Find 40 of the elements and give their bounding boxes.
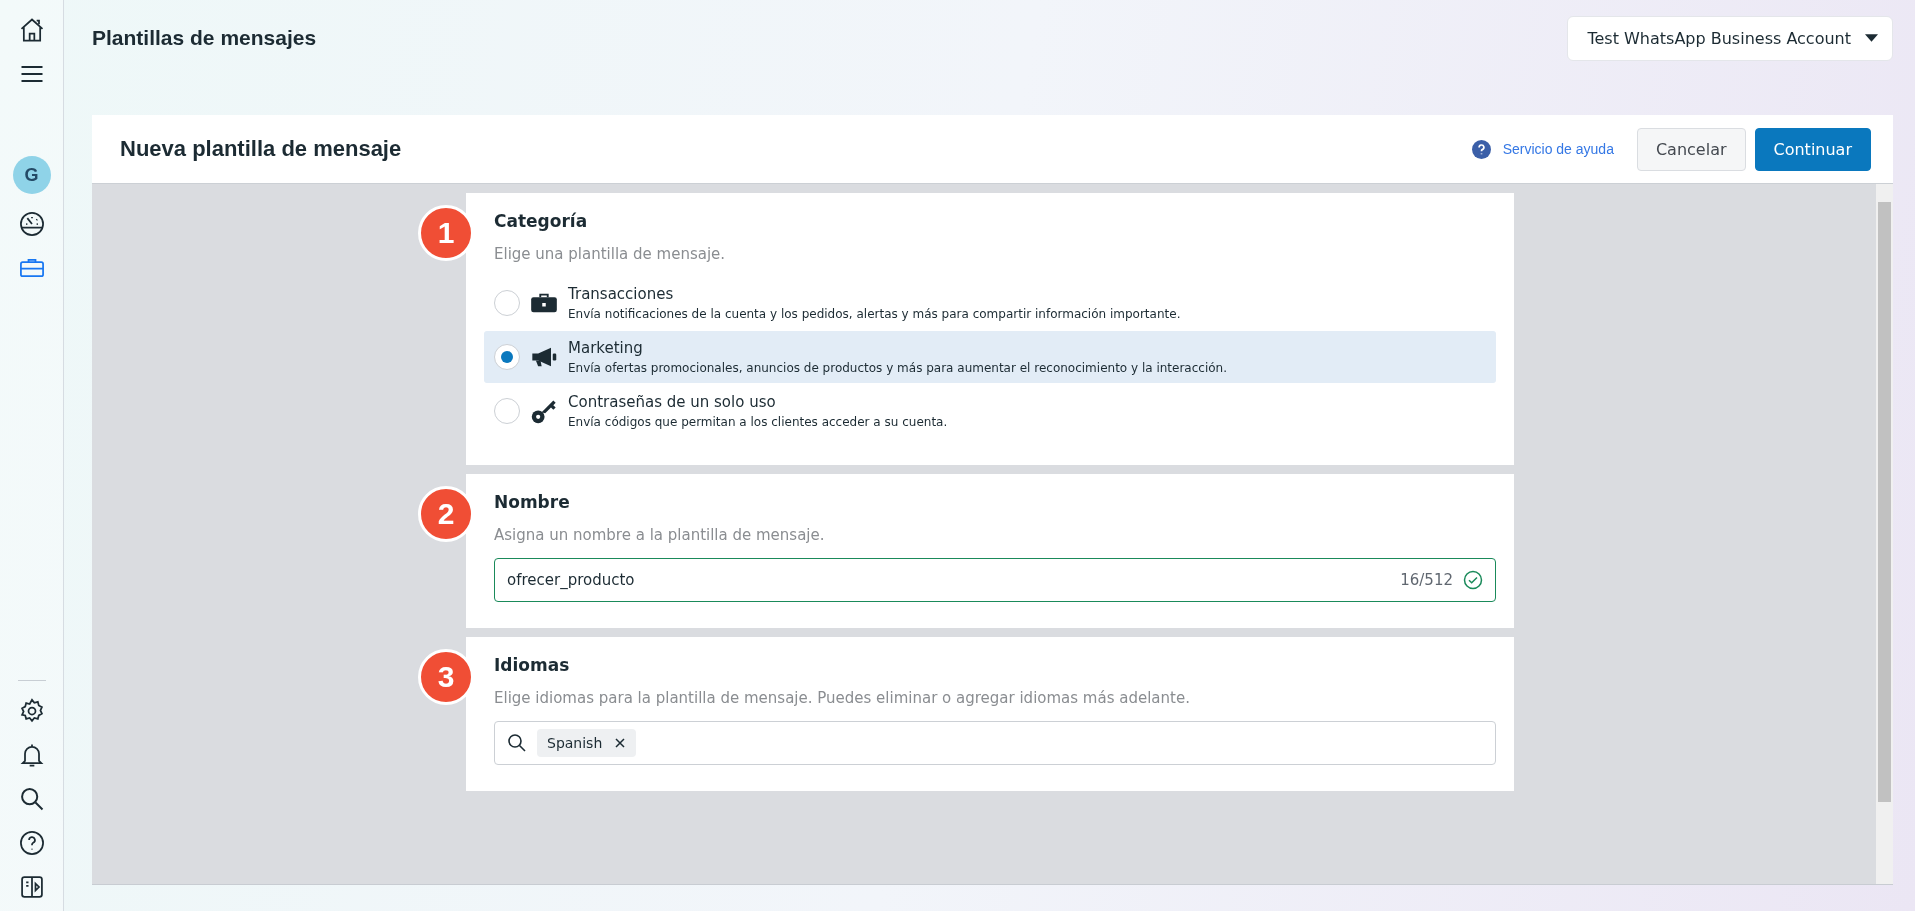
help-icon[interactable]	[17, 829, 46, 857]
avatar[interactable]: G	[12, 156, 51, 194]
help-icon	[1471, 139, 1491, 159]
check-circle-icon	[1463, 570, 1483, 590]
radio-button[interactable]	[494, 398, 520, 424]
option-description: Envía notificaciones de la cuenta y los pedidos, alertas y más para compartir información importante.	[568, 307, 1181, 321]
caret-icon	[1865, 34, 1878, 43]
option-label: Contraseñas de un solo uso	[568, 393, 777, 411]
section-subtitle: Elige idiomas para la plantilla de mensaje. Puedes eliminar o agregar idiomas más adelante.	[494, 689, 1191, 707]
step-number: 3	[418, 649, 474, 705]
option-description: Envía ofertas promocionales, anuncios de productos y más para aumentar el reconocimiento y la interacción.	[568, 361, 1227, 375]
help-link[interactable]: Servicio de ayuda	[1502, 141, 1614, 157]
category-option[interactable]: Transacciones Envía notificaciones de la cuenta y los pedidos, alertas y más para compartir información importante.	[484, 277, 1496, 329]
option-description: Envía códigos que permitan a los clientes acceder a su cuenta.	[568, 415, 948, 429]
option-label: Marketing	[568, 339, 644, 357]
category-option[interactable]: Contraseñas de un solo uso Envía códigos que permitan a los clientes acceder a su cuenta.	[484, 385, 1496, 437]
section-subtitle: Asigna un nombre a la plantilla de mensaje.	[494, 526, 826, 544]
scrollbar[interactable]	[1876, 184, 1893, 884]
account-dropdown[interactable]: Test WhatsApp Business Account	[1567, 16, 1893, 61]
search-icon	[507, 733, 527, 753]
language-search-field[interactable]: Spanish	[494, 721, 1496, 765]
character-counter: 16/512	[1400, 571, 1453, 589]
name-input-field[interactable]: ofrecer_producto 16/512	[494, 558, 1496, 602]
card-title: Nueva plantilla de mensaje	[120, 136, 402, 162]
option-label: Transacciones	[568, 285, 675, 303]
category-option[interactable]: Marketing Envía ofertas promocionales, anuncios de productos y más para aumentar el reconocimiento y la interacción.	[484, 331, 1496, 383]
section-title: Categoría	[494, 211, 589, 231]
section-title: Nombre	[494, 492, 571, 512]
section-subtitle: Elige una plantilla de mensaje.	[494, 245, 727, 263]
radio-button[interactable]	[494, 344, 520, 370]
radio-button[interactable]	[494, 290, 520, 316]
gauge-icon[interactable]	[17, 210, 46, 238]
step-number: 2	[418, 486, 474, 542]
step-number: 1	[418, 205, 474, 261]
section-title: Idiomas	[494, 655, 571, 675]
cancel-button[interactable]: Cancelar	[1636, 127, 1746, 171]
continue-button[interactable]: Continuar	[1754, 127, 1871, 171]
language-tag: Spanish	[537, 729, 637, 757]
remove-icon[interactable]	[614, 737, 627, 749]
page-title: Plantillas de mensajes	[92, 26, 317, 50]
